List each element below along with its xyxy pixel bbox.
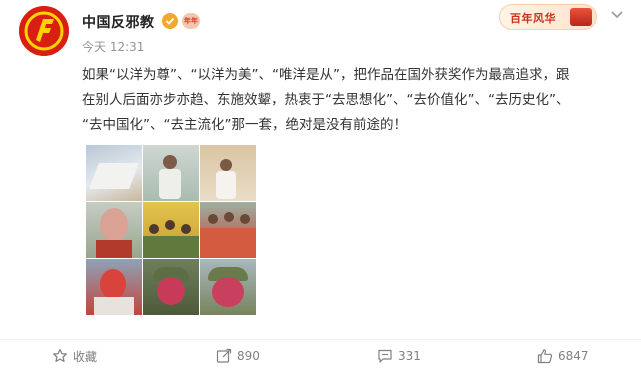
like-button[interactable]: 6847 bbox=[537, 346, 589, 366]
divider bbox=[0, 339, 641, 340]
like-icon bbox=[537, 349, 553, 364]
grid-image[interactable] bbox=[200, 202, 256, 258]
grid-image[interactable] bbox=[143, 259, 199, 315]
post-text-line: 如果“以洋为尊”、“以洋为美”、“唯洋是从”，把作品在国外获奖作为最高追求，跟 bbox=[82, 67, 570, 83]
comment-button[interactable]: 331 bbox=[377, 346, 421, 366]
member-badge: 年年 bbox=[182, 13, 200, 29]
grid-image[interactable] bbox=[143, 202, 199, 258]
like-count: 6847 bbox=[558, 349, 589, 363]
brand-logo-icon bbox=[19, 6, 69, 56]
grid-image[interactable] bbox=[86, 259, 142, 315]
more-icon[interactable] bbox=[607, 5, 627, 25]
grid-image[interactable] bbox=[143, 145, 199, 201]
favorite-label: 收藏 bbox=[73, 349, 98, 364]
post-text: 如果“以洋为尊”、“以洋为美”、“唯洋是从”，把作品在国外获奖作为最高追求，跟 … bbox=[82, 63, 622, 138]
account-name[interactable]: 中国反邪教 bbox=[82, 12, 155, 32]
grid-image[interactable] bbox=[86, 145, 142, 201]
grid-image[interactable] bbox=[86, 202, 142, 258]
avatar[interactable] bbox=[19, 6, 69, 56]
grid-image[interactable] bbox=[200, 145, 256, 201]
star-icon bbox=[53, 348, 67, 362]
banner-decoration-icon bbox=[570, 8, 592, 26]
post-text-line: “去中国化”、“去主流化”那一套，绝对是没有前途的！ bbox=[82, 117, 407, 133]
repost-count: 890 bbox=[237, 349, 260, 363]
image-grid bbox=[86, 145, 256, 316]
repost-icon bbox=[216, 348, 232, 363]
favorite-button[interactable]: 收藏 bbox=[52, 346, 97, 366]
comment-count: 331 bbox=[398, 349, 421, 363]
event-banner[interactable]: 百年风华 bbox=[499, 4, 597, 30]
verified-icon bbox=[162, 13, 178, 29]
post-timestamp[interactable]: 今天 12:31 bbox=[82, 38, 144, 55]
grid-image[interactable] bbox=[200, 259, 256, 315]
repost-button[interactable]: 890 bbox=[216, 346, 260, 366]
comment-icon bbox=[378, 349, 392, 363]
banner-text: 百年风华 bbox=[510, 12, 556, 25]
post-text-line: 在别人后面亦步亦趋、东施效颦，热衷于“去思想化”、“去价值化”、“去历史化”、 bbox=[82, 92, 570, 108]
